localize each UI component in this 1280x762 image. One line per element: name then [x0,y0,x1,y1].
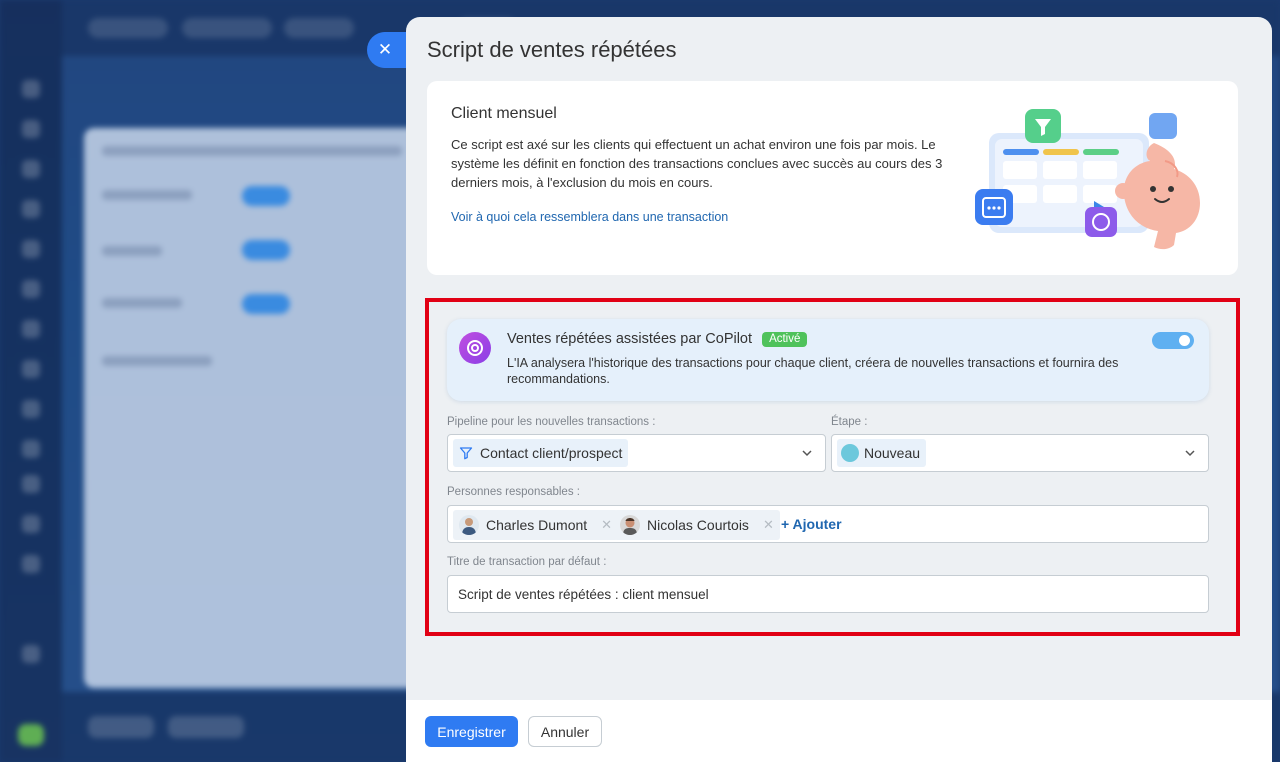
stage-select[interactable]: Nouveau [831,434,1209,472]
calendar-mascot-illustration [975,109,1200,250]
avatar [620,515,640,535]
copilot-title-text: Ventes répétées assistées par CoPilot [507,331,753,347]
cancel-button[interactable]: Annuler [528,716,602,747]
chevron-down-icon [1185,450,1195,457]
responsible-label: Personnes responsables : [447,486,580,498]
stage-chip: Nouveau [837,439,927,467]
script-info-card: Client mensuel Ce script est axé sur les… [427,81,1238,275]
save-button[interactable]: Enregistrer [425,716,518,747]
pipeline-chip: Contact client/prospect [453,439,629,467]
toggle-knob [1179,335,1190,346]
pipeline-select[interactable]: Contact client/prospect [447,434,826,472]
copilot-icon [459,332,491,364]
responsible-field[interactable]: Charles Dumont ✕ Nicolas Courtois ✕ + Aj… [447,505,1209,543]
script-settings-panel: Script de ventes répétées Client mensuel… [406,17,1272,762]
copilot-title: Ventes répétées assistées par CoPilot Ac… [507,331,808,347]
remove-tag-icon[interactable]: ✕ [601,517,612,533]
add-responsible-link[interactable]: + Ajouter [781,516,842,532]
pipeline-label: Pipeline pour les nouvelles transactions… [447,416,656,428]
stage-label: Étape : [831,416,868,428]
copilot-toggle[interactable] [1152,332,1194,349]
script-description: Ce script est axé sur les clients qui ef… [451,137,943,190]
responsible-name: Charles Dumont [486,517,588,533]
preview-transaction-link[interactable]: Voir à quoi cela ressemblera dans une tr… [451,210,728,224]
close-panel-button[interactable]: ✕ [367,32,409,68]
avatar [459,515,479,535]
panel-title: Script de ventes répétées [427,37,677,62]
chevron-down-icon [802,450,812,457]
deal-title-input[interactable]: Script de ventes répétées : client mensu… [447,575,1209,613]
status-badge: Activé [762,332,808,347]
responsible-tag: Nicolas Courtois ✕ [614,510,780,540]
responsible-name: Nicolas Courtois [647,517,749,533]
copilot-description: L'IA analysera l'historique des transact… [507,356,1119,386]
funnel-icon [459,447,473,460]
responsible-tag: Charles Dumont ✕ [453,510,619,540]
background-sidebar [0,0,62,762]
deal-title-label: Titre de transaction par défaut : [447,556,607,568]
background-table [84,128,444,688]
copilot-section: Ventes répétées assistées par CoPilot Ac… [447,319,1209,401]
pipeline-value: Contact client/prospect [480,445,623,461]
close-icon: ✕ [377,40,393,59]
script-subtitle: Client mensuel [451,105,557,122]
panel-footer: Enregistrer Annuler [406,700,1272,762]
remove-tag-icon[interactable]: ✕ [763,517,774,533]
stage-value: Nouveau [864,445,921,461]
stage-color-dot [841,444,859,462]
